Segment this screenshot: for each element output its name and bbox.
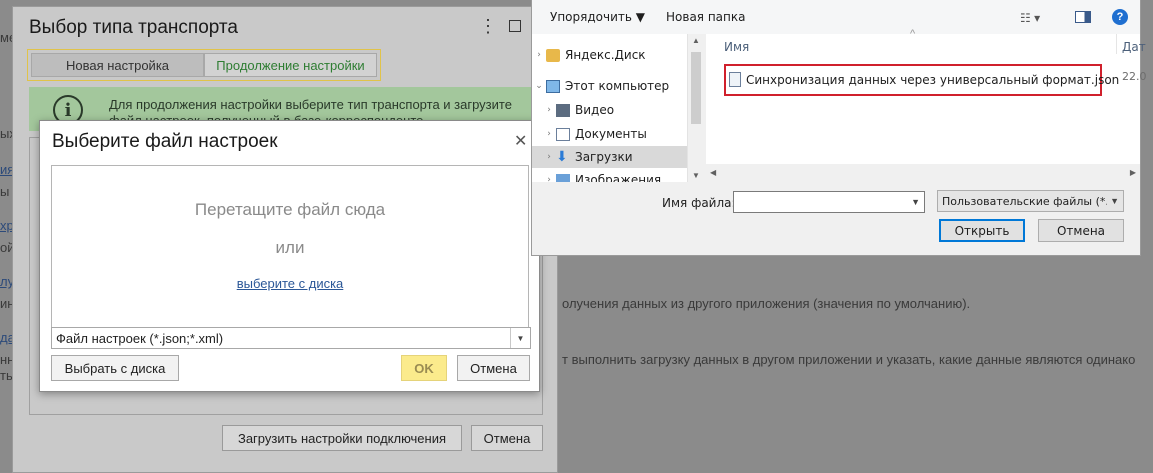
- navigation-tree: › Яндекс.Диск ⌄ Этот компьютер › Видео ›…: [532, 34, 687, 182]
- ok-button[interactable]: OK: [401, 355, 447, 381]
- chevron-right-icon[interactable]: ›: [542, 152, 556, 162]
- tree-item-label: Документы: [575, 127, 647, 141]
- organize-menu[interactable]: Упорядочить ▼: [550, 10, 645, 24]
- choose-from-disk-link[interactable]: выберите с диска: [52, 276, 528, 291]
- scroll-left-icon[interactable]: ◀: [710, 168, 716, 177]
- tree-item-label: Яндекс.Диск: [565, 48, 646, 62]
- tree-item-documents[interactable]: › Документы: [532, 123, 687, 145]
- new-folder-button[interactable]: Новая папка: [666, 10, 745, 24]
- chevron-right-icon[interactable]: ›: [542, 105, 556, 115]
- documents-folder-icon: [556, 127, 570, 141]
- or-text: или: [275, 238, 305, 257]
- maximize-icon[interactable]: [509, 20, 521, 32]
- cancel-button[interactable]: Отмена: [457, 355, 530, 381]
- file-date: 22.0: [1122, 70, 1147, 83]
- tree-item-pictures[interactable]: › Изображения: [532, 169, 687, 182]
- open-file-dialog: Упорядочить ▼ Новая папка ☷ ▾ ? › Яндекс…: [531, 0, 1147, 256]
- scroll-right-icon[interactable]: ▶: [1130, 168, 1136, 177]
- load-settings-button[interactable]: Загрузить настройки подключения: [222, 425, 462, 451]
- scroll-down-icon[interactable]: ▼: [688, 171, 704, 180]
- drop-text: Перетащите файл сюда: [194, 200, 386, 219]
- file-row[interactable]: Синхронизация данных через универсальный…: [724, 64, 1119, 96]
- tab-new-setting[interactable]: Новая настройка: [31, 53, 204, 77]
- preview-pane-icon[interactable]: [1075, 11, 1091, 23]
- scroll-up-icon[interactable]: ▲: [688, 36, 704, 45]
- downloads-folder-icon: ⬇: [556, 148, 568, 165]
- file-filter-value: Файл настроек (*.json;*.xml): [56, 331, 224, 346]
- chevron-down-icon[interactable]: ▼: [510, 328, 530, 348]
- tab-continue-setting[interactable]: Продолжение настройки: [204, 53, 377, 77]
- tree-item-label: Видео: [575, 103, 615, 117]
- scroll-thumb[interactable]: [691, 52, 701, 124]
- file-type-select[interactable]: Пользовательские файлы (*.json) ▼: [937, 190, 1124, 212]
- chevron-down-icon[interactable]: ⌄: [532, 81, 546, 91]
- column-header-date[interactable]: Дат: [1122, 40, 1146, 54]
- tree-scrollbar[interactable]: ▲ ▼: [687, 34, 704, 182]
- tree-item-label: Изображения: [575, 173, 662, 182]
- help-icon[interactable]: ?: [1112, 9, 1128, 25]
- more-options-icon[interactable]: ⋮: [479, 16, 497, 37]
- tree-item-label: Этот компьютер: [565, 79, 670, 93]
- column-header-name[interactable]: Имя: [724, 40, 749, 54]
- dialog-title: Выбор типа транспорта: [29, 17, 238, 38]
- dialog-title: Выберите файл настроек: [52, 131, 278, 152]
- chevron-down-icon[interactable]: ▼: [1110, 196, 1119, 206]
- file-list-scrollbar[interactable]: ◀ ▶: [706, 164, 1140, 181]
- tree-item-label: Загрузки: [575, 150, 633, 164]
- cancel-button[interactable]: Отмена: [1038, 219, 1124, 242]
- yandex-disk-icon: [546, 48, 560, 62]
- chevron-right-icon[interactable]: ›: [542, 129, 556, 139]
- file-icon: [729, 72, 741, 87]
- toolbar: Упорядочить ▼ Новая папка ☷ ▾ ?: [532, 0, 1140, 34]
- computer-icon: [546, 79, 560, 93]
- tree-item-yandex-disk[interactable]: › Яндекс.Диск: [532, 44, 687, 66]
- pictures-folder-icon: [556, 173, 570, 182]
- tree-item-video[interactable]: › Видео: [532, 99, 687, 121]
- cancel-button[interactable]: Отмена: [471, 425, 543, 451]
- filename-input[interactable]: ▼: [733, 191, 925, 213]
- bg-text: ы: [0, 184, 10, 199]
- close-icon[interactable]: ✕: [514, 131, 527, 151]
- bg-line: т выполнить загрузку данных в другом при…: [562, 352, 1136, 367]
- tree-item-this-pc[interactable]: ⌄ Этот компьютер: [532, 75, 687, 97]
- file-list: ^ Имя Дат Синхронизация данных через уни…: [706, 28, 1147, 164]
- tabs: Новая настройка Продолжение настройки: [27, 49, 381, 81]
- chevron-down-icon[interactable]: ▼: [911, 197, 920, 207]
- bg-text: ть: [0, 368, 13, 383]
- chevron-right-icon[interactable]: ›: [542, 175, 556, 182]
- choose-file-dialog: Выберите файл настроек ✕ Перетащите файл…: [39, 120, 540, 392]
- file-filter-select[interactable]: Файл настроек (*.json;*.xml) ▼: [51, 327, 531, 349]
- chevron-right-icon[interactable]: ›: [532, 50, 546, 60]
- video-folder-icon: [556, 103, 570, 117]
- drop-zone[interactable]: Перетащите файл сюда или выберите с диск…: [51, 165, 529, 349]
- view-options-icon[interactable]: ☷ ▾: [1020, 11, 1040, 25]
- column-divider[interactable]: [1116, 34, 1117, 54]
- sort-arrow-icon: ^: [910, 28, 916, 40]
- filename-label: Имя файла:: [662, 196, 736, 210]
- tree-item-downloads[interactable]: › ⬇ Загрузки: [532, 146, 687, 168]
- bg-line: олучения данных из другого приложения (з…: [562, 296, 971, 311]
- choose-from-disk-button[interactable]: Выбрать с диска: [51, 355, 179, 381]
- open-button[interactable]: Открыть: [939, 219, 1025, 242]
- file-name: Синхронизация данных через универсальный…: [746, 73, 1120, 87]
- file-type-value: Пользовательские файлы (*.json): [942, 195, 1107, 208]
